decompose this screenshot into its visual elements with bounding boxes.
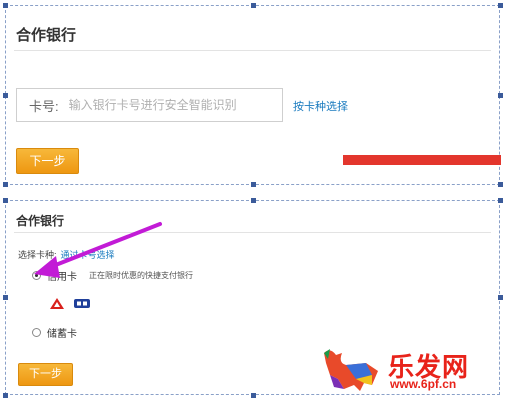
resize-handle xyxy=(251,393,256,398)
promo-hint: 正在限时优惠的快捷支付银行 xyxy=(89,271,193,280)
resize-handle xyxy=(3,93,8,98)
bank-panel-card-number: 合作银行 卡号: 按卡种选择 下一步 xyxy=(5,5,501,185)
watermark-logo: 乐发网 www.6pf.cn xyxy=(320,345,500,395)
resize-handle xyxy=(498,182,503,187)
debit-card-label: 储蓄卡 xyxy=(47,329,77,340)
red-redaction-bar xyxy=(343,155,501,165)
resize-handle xyxy=(498,3,503,8)
divider xyxy=(14,50,491,51)
card-number-field[interactable]: 卡号: xyxy=(16,88,283,122)
bank-logo-red-icon[interactable] xyxy=(50,296,64,314)
select-by-card-number-link[interactable]: 通过卡号选择 xyxy=(61,250,115,260)
resize-handle xyxy=(251,182,256,187)
resize-handle xyxy=(251,3,256,8)
bank-logo-blue-icon[interactable] xyxy=(74,296,90,314)
divider xyxy=(14,232,491,233)
card-type-label: 选择卡种: xyxy=(18,250,57,260)
next-step-button[interactable]: 下一步 xyxy=(16,148,79,174)
card-type-row: 选择卡种: 通过卡号选择 xyxy=(18,248,115,261)
credit-card-label: 信用卡 xyxy=(47,272,77,283)
bank-logos xyxy=(50,296,90,314)
next-step-button[interactable]: 下一步 xyxy=(18,363,73,386)
bull-logo-icon xyxy=(320,345,386,398)
card-number-input[interactable] xyxy=(66,97,276,113)
debit-card-option[interactable]: 储蓄卡 xyxy=(32,325,77,340)
panel-title: 合作银行 xyxy=(16,27,77,44)
resize-handle xyxy=(3,393,8,398)
resize-handle xyxy=(3,182,8,187)
watermark-url: www.6pf.cn xyxy=(390,377,457,391)
credit-card-option[interactable]: 信用卡 正在限时优惠的快捷支付银行 xyxy=(32,268,193,283)
panel-title: 合作银行 xyxy=(16,214,65,228)
select-by-card-type-link[interactable]: 按卡种选择 xyxy=(293,98,348,114)
debit-card-radio[interactable] xyxy=(32,328,41,337)
resize-handle xyxy=(498,295,503,300)
resize-handle xyxy=(3,3,8,8)
resize-handle xyxy=(251,198,256,203)
resize-handle xyxy=(3,295,8,300)
credit-card-radio[interactable] xyxy=(32,271,41,280)
resize-handle xyxy=(3,198,8,203)
resize-handle xyxy=(498,198,503,203)
card-number-label: 卡号: xyxy=(29,98,59,114)
resize-handle xyxy=(498,93,503,98)
